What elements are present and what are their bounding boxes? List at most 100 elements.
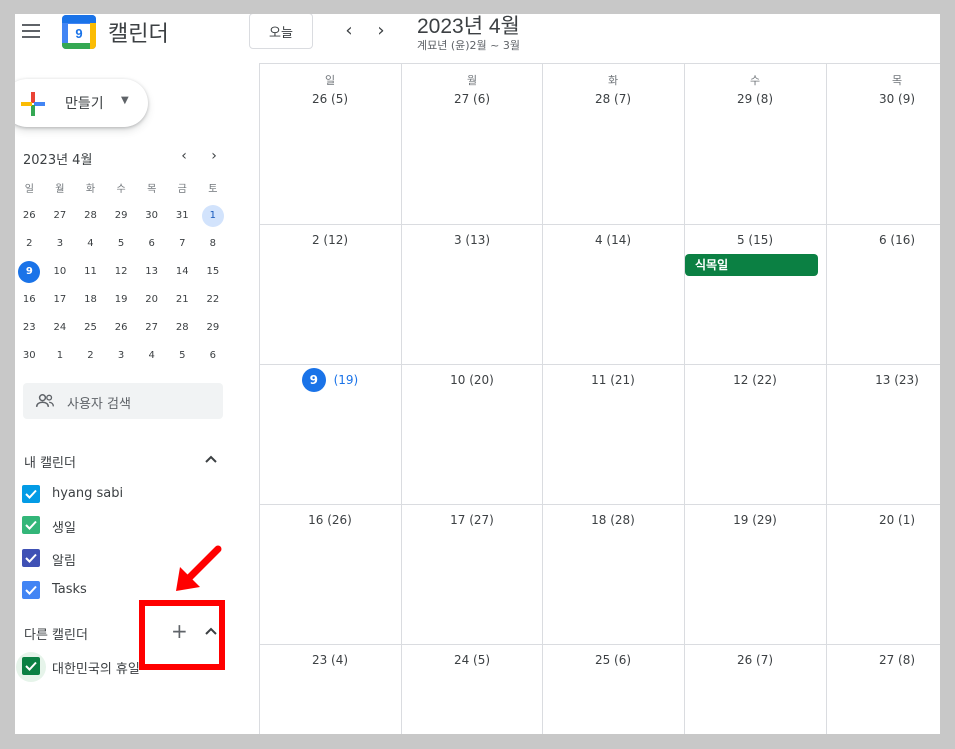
mini-day-number: 28: [175, 322, 189, 333]
checkbox[interactable]: [22, 581, 40, 599]
mini-day[interactable]: 7: [167, 230, 198, 258]
mini-day[interactable]: 9: [15, 258, 45, 286]
create-button[interactable]: 만들기 ▼: [15, 79, 148, 127]
lunar-date: (9): [898, 92, 916, 106]
mini-day[interactable]: 3: [45, 230, 76, 258]
day-cell[interactable]: 25 (6): [542, 653, 684, 667]
mini-day[interactable]: 30: [136, 202, 167, 230]
day-cell[interactable]: 5 (15): [684, 233, 826, 247]
mini-day[interactable]: 15: [198, 258, 229, 286]
mini-next-icon[interactable]: ›: [206, 148, 222, 164]
mini-day[interactable]: 31: [167, 202, 198, 230]
mini-day[interactable]: 1: [45, 342, 76, 370]
day-number: 3: [453, 233, 462, 247]
mini-day[interactable]: 14: [167, 258, 198, 286]
day-cell[interactable]: 6 (16): [826, 233, 940, 247]
day-cell[interactable]: 26 (5): [259, 92, 401, 106]
checkbox[interactable]: [22, 485, 40, 503]
mini-day[interactable]: 10: [45, 258, 76, 286]
calendar-logo: 9: [62, 15, 96, 49]
mini-day[interactable]: 5: [106, 230, 137, 258]
mini-day[interactable]: 29: [198, 314, 229, 342]
mini-day[interactable]: 11: [75, 258, 106, 286]
day-cell[interactable]: 11 (21): [542, 373, 684, 387]
day-cell[interactable]: 17 (27): [401, 513, 543, 527]
mini-day[interactable]: 24: [45, 314, 76, 342]
mini-day[interactable]: 26: [15, 202, 45, 230]
mini-day-number: 21: [175, 294, 189, 305]
lunar-date: (5): [331, 92, 349, 106]
day-cell[interactable]: 18 (28): [542, 513, 684, 527]
chevron-left-icon[interactable]: ‹: [339, 20, 359, 42]
mini-day[interactable]: 27: [45, 202, 76, 230]
grid-divider: [684, 64, 685, 734]
mini-day[interactable]: 8: [198, 230, 229, 258]
day-cell[interactable]: 16 (26): [259, 513, 401, 527]
mini-day[interactable]: 3: [106, 342, 137, 370]
day-cell[interactable]: 10 (20): [401, 373, 543, 387]
mini-day[interactable]: 4: [136, 342, 167, 370]
event-chip[interactable]: 식목일: [685, 254, 818, 276]
day-cell[interactable]: 3 (13): [401, 233, 543, 247]
weekday-header: 월: [466, 74, 478, 87]
day-number: 4: [594, 233, 603, 247]
day-number: 9: [301, 368, 326, 392]
mini-day-number: 4: [87, 238, 94, 249]
checkbox[interactable]: [22, 657, 40, 675]
mini-week-row: 2 3 4 5 6 7 8: [15, 230, 230, 258]
mini-day[interactable]: 17: [45, 286, 76, 314]
day-cell[interactable]: 28 (7): [542, 92, 684, 106]
day-cell[interactable]: 30 (9): [826, 92, 940, 106]
mini-prev-icon[interactable]: ‹: [176, 148, 192, 164]
mini-day[interactable]: 30: [15, 342, 45, 370]
mini-day[interactable]: 21: [167, 286, 198, 314]
main-menu-icon[interactable]: [22, 24, 40, 38]
mini-day[interactable]: 18: [75, 286, 106, 314]
day-cell[interactable]: 27 (8): [826, 653, 940, 667]
mini-day[interactable]: 2: [75, 342, 106, 370]
plus-icon: [21, 92, 45, 116]
day-cell[interactable]: 12 (22): [684, 373, 826, 387]
mini-day[interactable]: 28: [75, 202, 106, 230]
mini-day-number: 18: [84, 294, 97, 305]
day-cell[interactable]: 23 (4): [259, 653, 401, 667]
day-cell[interactable]: 2 (12): [259, 233, 401, 247]
day-cell[interactable]: 4 (14): [542, 233, 684, 247]
mini-day[interactable]: 6: [198, 342, 229, 370]
mini-day[interactable]: 6: [136, 230, 167, 258]
mini-day-number: 11: [84, 266, 97, 277]
mini-day[interactable]: 27: [136, 314, 167, 342]
mini-day[interactable]: 23: [15, 314, 45, 342]
mini-day[interactable]: 2: [15, 230, 45, 258]
mini-day-number: 6: [148, 238, 155, 249]
today-button[interactable]: 오늘: [249, 14, 313, 49]
people-search-input[interactable]: 사용자 검색: [23, 383, 223, 419]
mini-day[interactable]: 25: [75, 314, 106, 342]
chevron-up-icon[interactable]: [203, 451, 219, 467]
mini-day[interactable]: 22: [198, 286, 229, 314]
mini-day[interactable]: 1: [198, 202, 229, 230]
mini-day[interactable]: 29: [106, 202, 137, 230]
day-cell[interactable]: 27 (6): [401, 92, 543, 106]
mini-day[interactable]: 20: [136, 286, 167, 314]
day-cell[interactable]: 9 (19): [259, 368, 401, 392]
mini-day[interactable]: 16: [15, 286, 45, 314]
day-cell[interactable]: 13 (23): [826, 373, 940, 387]
lunar-date: (14): [606, 233, 632, 247]
mini-day[interactable]: 19: [106, 286, 137, 314]
mini-day[interactable]: 4: [75, 230, 106, 258]
checkbox[interactable]: [22, 549, 40, 567]
checkbox[interactable]: [22, 516, 40, 534]
lunar-date: (15): [748, 233, 774, 247]
day-cell[interactable]: 26 (7): [684, 653, 826, 667]
mini-day[interactable]: 26: [106, 314, 137, 342]
mini-day[interactable]: 28: [167, 314, 198, 342]
chevron-right-icon[interactable]: ›: [371, 20, 391, 42]
day-cell[interactable]: 29 (8): [684, 92, 826, 106]
mini-day[interactable]: 12: [106, 258, 137, 286]
mini-day[interactable]: 13: [136, 258, 167, 286]
day-cell[interactable]: 20 (1): [826, 513, 940, 527]
day-cell[interactable]: 19 (29): [684, 513, 826, 527]
mini-day[interactable]: 5: [167, 342, 198, 370]
day-cell[interactable]: 24 (5): [401, 653, 543, 667]
